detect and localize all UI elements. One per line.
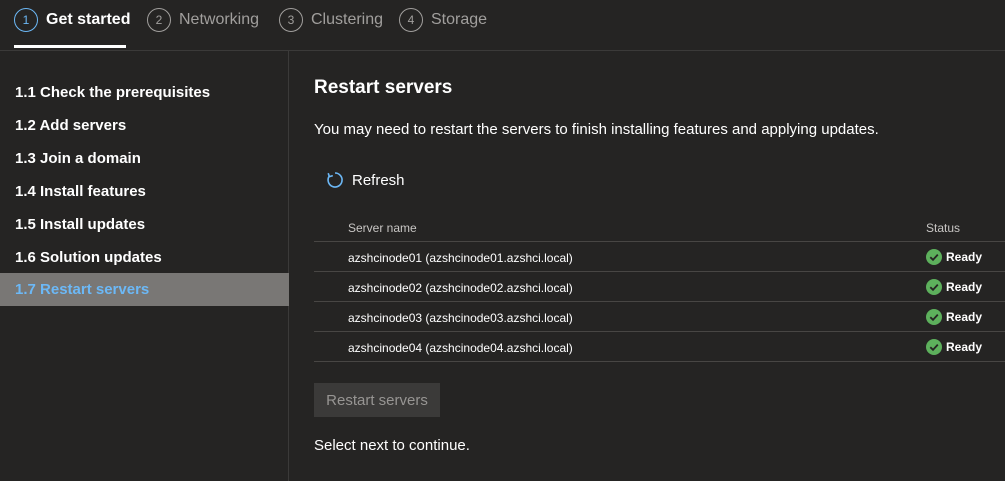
status-text: Ready	[946, 310, 983, 324]
step-label: Networking	[179, 11, 260, 28]
check-circle-icon	[926, 279, 942, 295]
sidebar-item-install-updates[interactable]: 1.5 Install updates	[0, 208, 289, 241]
status-cell: Ready	[926, 339, 982, 355]
sidebar-item-restart-servers[interactable]: 1.7 Restart servers	[0, 273, 289, 306]
refresh-icon	[327, 172, 343, 188]
table-header: Server name Status	[314, 212, 1005, 242]
sidebar-item-solution-updates[interactable]: 1.6 Solution updates	[0, 241, 289, 274]
restart-servers-button[interactable]: Restart servers	[314, 383, 440, 417]
page-description: You may need to restart the servers to f…	[314, 121, 879, 138]
step-label: Storage	[431, 11, 488, 28]
column-header-status[interactable]: Status	[926, 221, 960, 235]
refresh-button[interactable]: Refresh	[326, 168, 405, 192]
check-circle-icon	[926, 339, 942, 355]
servers-table: Server name Status azshcinode01 (azshcin…	[314, 212, 1005, 362]
column-header-server-name[interactable]: Server name	[348, 221, 417, 235]
table-row[interactable]: azshcinode01 (azshcinode01.azshci.local)…	[314, 242, 1005, 272]
status-text: Ready	[946, 280, 983, 294]
step-number: 3	[279, 8, 303, 32]
server-name-cell: azshcinode02 (azshcinode02.azshci.local)	[348, 281, 573, 295]
step-clustering[interactable]: 3 Clustering	[279, 8, 383, 32]
table-row[interactable]: azshcinode03 (azshcinode03.azshci.local)…	[314, 302, 1005, 332]
sidebar-item-add-servers[interactable]: 1.2 Add servers	[0, 109, 289, 142]
wizard-stepper: 1 Get started 2 Networking 3 Clustering …	[0, 0, 1005, 51]
step-number: 4	[399, 8, 423, 32]
server-name-cell: azshcinode04 (azshcinode04.azshci.local)	[348, 341, 573, 355]
check-circle-icon	[926, 249, 942, 265]
step-number: 1	[14, 8, 38, 32]
step-label: Clustering	[311, 11, 384, 28]
step-get-started[interactable]: 1 Get started	[14, 8, 130, 32]
status-text: Ready	[946, 250, 983, 264]
page-title: Restart servers	[314, 77, 453, 98]
step-label: Get started	[46, 11, 131, 28]
sidebar-item-join-domain[interactable]: 1.3 Join a domain	[0, 142, 289, 175]
server-name-cell: azshcinode03 (azshcinode03.azshci.local)	[348, 311, 573, 325]
sidebar-item-check-prerequisites[interactable]: 1.1 Check the prerequisites	[0, 76, 289, 109]
step-number: 2	[147, 8, 171, 32]
check-circle-icon	[926, 309, 942, 325]
status-cell: Ready	[926, 309, 982, 325]
table-row[interactable]: azshcinode02 (azshcinode02.azshci.local)…	[314, 272, 1005, 302]
status-cell: Ready	[926, 279, 982, 295]
status-cell: Ready	[926, 249, 982, 265]
sidebar: 1.1 Check the prerequisites 1.2 Add serv…	[0, 51, 289, 481]
table-row[interactable]: azshcinode04 (azshcinode04.azshci.local)…	[314, 332, 1005, 362]
refresh-label: Refresh	[352, 171, 405, 189]
status-text: Ready	[946, 340, 983, 354]
step-storage[interactable]: 4 Storage	[399, 8, 487, 32]
sidebar-item-install-features[interactable]: 1.4 Install features	[0, 175, 289, 208]
step-networking[interactable]: 2 Networking	[147, 8, 259, 32]
footer-instruction: Select next to continue.	[314, 437, 470, 454]
server-name-cell: azshcinode01 (azshcinode01.azshci.local)	[348, 251, 573, 265]
active-step-indicator	[14, 45, 126, 48]
